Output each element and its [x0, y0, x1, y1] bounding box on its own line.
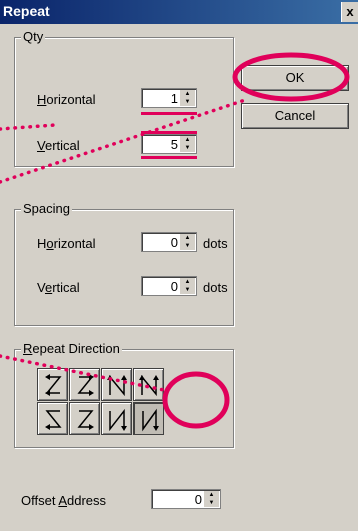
- offset-address-value: 0: [194, 492, 202, 507]
- direction-button-2[interactable]: [69, 368, 100, 401]
- spinner-arrows[interactable]: ▲ ▼: [179, 90, 195, 106]
- repeat-direction-group-label: Repeat Direction: [21, 341, 122, 356]
- cancel-label: Cancel: [274, 108, 316, 123]
- repeat-direction-label-text: epeat Direction: [32, 341, 120, 356]
- qty-horizontal-highlight: [141, 112, 197, 115]
- spacing-group: Spacing: [14, 201, 234, 326]
- spin-up-icon[interactable]: ▲: [180, 90, 195, 98]
- spacing-vertical-spinner[interactable]: 0 ▲ ▼: [141, 276, 197, 296]
- direction-icon-5: [45, 410, 62, 430]
- direction-button-1[interactable]: [37, 368, 68, 401]
- qty-horizontal-mnemonic: H: [37, 92, 47, 107]
- spacing-group-label: Spacing: [21, 201, 72, 216]
- offset-address-label: Offset Address: [21, 493, 106, 508]
- spacing-vertical-value: 0: [170, 279, 178, 294]
- spin-down-icon[interactable]: ▼: [204, 499, 219, 507]
- direction-icon-8: [142, 408, 159, 432]
- qty-group-label: Qty: [21, 29, 46, 44]
- direction-button-7[interactable]: [101, 402, 132, 435]
- spacing-horizontal-label: Horizontal: [37, 236, 96, 251]
- spacing-horizontal-value: 0: [170, 235, 178, 250]
- direction-icon-7: [109, 408, 127, 432]
- spinner-arrows[interactable]: ▲ ▼: [203, 491, 219, 507]
- direction-button-4[interactable]: [133, 368, 164, 401]
- spin-down-icon[interactable]: ▼: [180, 144, 195, 152]
- offset-address-spinner[interactable]: 0 ▲ ▼: [151, 489, 221, 509]
- direction-icon-1: [45, 374, 62, 396]
- qty-horizontal-label: Horizontal: [37, 92, 96, 107]
- direction-icon-6: [77, 410, 94, 430]
- repeat-dialog: Repeat x Qty Horizontal 1 ▲ ▼ Vertical 5 …: [0, 0, 358, 531]
- cancel-button[interactable]: Cancel: [241, 103, 349, 129]
- spacing-horizontal-rest: rizontal: [53, 236, 96, 251]
- qty-vertical-highlight-top: [141, 131, 197, 134]
- dialog-title: Repeat: [3, 3, 50, 19]
- repeat-direction-mnemonic: R: [23, 341, 33, 356]
- spin-up-icon[interactable]: ▲: [180, 136, 195, 144]
- direction-button-8-selected[interactable]: [133, 402, 164, 435]
- direction-button-6[interactable]: [69, 402, 100, 435]
- qty-vertical-spinner[interactable]: 5 ▲ ▼: [141, 134, 197, 154]
- offset-mnemonic: A: [58, 493, 68, 508]
- spinner-arrows[interactable]: ▲ ▼: [179, 136, 195, 152]
- offset-rest: ddress: [67, 493, 107, 508]
- ok-label: OK: [285, 70, 305, 85]
- qty-vertical-mnemonic: V: [37, 138, 45, 153]
- ok-button[interactable]: OK: [241, 65, 349, 91]
- offset-prefix: Offset: [21, 493, 59, 508]
- spin-down-icon[interactable]: ▼: [180, 242, 195, 250]
- spacing-vertical-unit: dots: [203, 280, 228, 295]
- direction-icon-2: [77, 374, 94, 396]
- spinner-arrows[interactable]: ▲ ▼: [179, 234, 195, 250]
- qty-vertical-label: Vertical: [37, 138, 80, 153]
- spacing-vertical-prefix: V: [37, 280, 45, 295]
- direction-icon-4: [139, 374, 159, 397]
- qty-horizontal-label-text: orizontal: [46, 92, 96, 107]
- direction-button-3[interactable]: [101, 368, 132, 401]
- qty-vertical-highlight-bottom: [141, 156, 197, 159]
- title-bar: Repeat x: [0, 0, 358, 24]
- close-button[interactable]: x: [341, 2, 358, 22]
- qty-horizontal-spinner[interactable]: 1 ▲ ▼: [141, 88, 197, 108]
- spacing-horizontal-prefix: H: [37, 236, 47, 251]
- spacing-vertical-rest: rtical: [52, 280, 80, 295]
- spin-up-icon[interactable]: ▲: [204, 491, 219, 499]
- spin-up-icon[interactable]: ▲: [180, 234, 195, 242]
- qty-vertical-label-text: ertical: [44, 138, 80, 153]
- qty-vertical-value: 5: [170, 137, 178, 152]
- spin-down-icon[interactable]: ▼: [180, 286, 195, 294]
- direction-button-5[interactable]: [37, 402, 68, 435]
- spinner-arrows[interactable]: ▲ ▼: [179, 278, 195, 294]
- spacing-horizontal-unit: dots: [203, 236, 228, 251]
- spacing-horizontal-mnemonic: o: [46, 236, 54, 251]
- direction-icon-3: [107, 374, 127, 397]
- spacing-vertical-label: Vertical: [37, 280, 80, 295]
- spacing-horizontal-spinner[interactable]: 0 ▲ ▼: [141, 232, 197, 252]
- spin-up-icon[interactable]: ▲: [180, 278, 195, 286]
- spin-down-icon[interactable]: ▼: [180, 98, 195, 106]
- qty-horizontal-value: 1: [170, 91, 178, 106]
